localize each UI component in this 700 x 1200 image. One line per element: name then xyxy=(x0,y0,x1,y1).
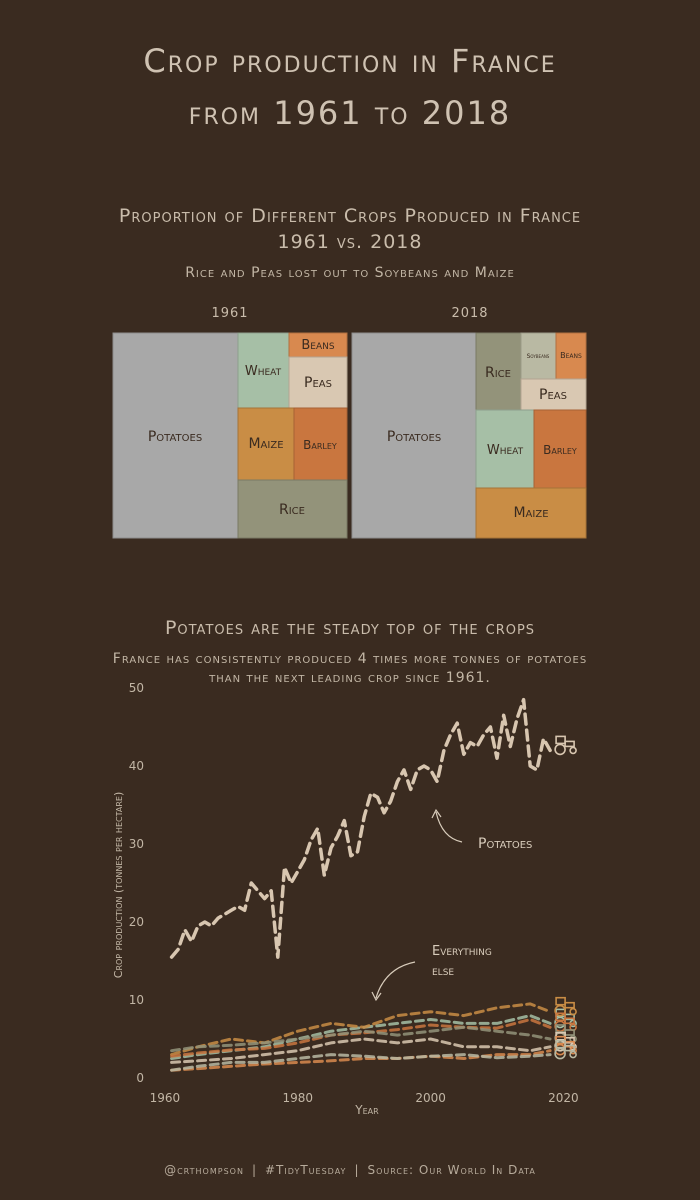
x-tick-label: 1960 xyxy=(150,1091,181,1105)
footer-source: Source: Our World In Data xyxy=(367,1163,536,1177)
tractor-icon xyxy=(554,1035,577,1056)
tractor-icon xyxy=(554,996,577,1017)
everything-else-annotation: Everything xyxy=(432,944,492,959)
tile-2018-barley xyxy=(533,409,587,489)
treemap-title-years: 1961 vs. 2018 xyxy=(277,231,423,253)
linechart-title: Potatoes are the steady top of the crops xyxy=(164,617,536,639)
tile-2018-soybeans xyxy=(520,332,557,380)
y-tick-label: 40 xyxy=(129,759,144,773)
y-tick-label: 0 xyxy=(136,1071,144,1085)
footer-tag: #TidyTuesday xyxy=(265,1163,347,1177)
linechart-subtitle: France has consistently produced 4 times… xyxy=(112,651,588,667)
series-line-maize xyxy=(170,1002,552,1057)
label-2018-peas: Peas xyxy=(539,387,567,403)
tractor-icon xyxy=(554,1012,577,1033)
series-line-beans xyxy=(170,1049,552,1072)
x-tick-label: 2020 xyxy=(548,1091,579,1105)
tile-2018-peas xyxy=(520,378,587,411)
tractor-icon xyxy=(554,1032,577,1052)
y-tick-label: 20 xyxy=(129,915,144,929)
label-2018-rice: Rice xyxy=(485,365,511,381)
tile-2018-beans xyxy=(555,332,587,380)
tractor-icon xyxy=(554,1039,577,1060)
tractor-icon xyxy=(554,735,577,756)
tile-2018-wheat xyxy=(475,409,535,489)
tile-2018-potatoes xyxy=(351,332,477,539)
label-2018-potatoes: Potatoes xyxy=(387,429,441,445)
everything-else-arrowhead xyxy=(371,991,382,1002)
footer: @crthompson | #TidyTuesday | Source: Our Wor… xyxy=(0,1163,700,1177)
series-line-rice xyxy=(170,1025,552,1053)
tile-2018-rice xyxy=(475,332,522,411)
treemap-panel-label-1961: 1961 xyxy=(211,306,249,321)
y-tick-label: 30 xyxy=(129,837,144,851)
label-2018-wheat: Wheat xyxy=(487,443,524,458)
page-title-line2: from 1961 to 2018 xyxy=(188,94,512,132)
potatoes-annotation-arrow xyxy=(435,811,463,843)
line-chart: 010203040501960 1980 2000 2020YearCrop prod… xyxy=(112,681,579,1117)
label-2018-barley: Barley xyxy=(543,443,577,457)
tile-1961-beans xyxy=(288,332,348,358)
tractor-icon xyxy=(554,1008,577,1029)
tile-1961-potatoes xyxy=(112,332,239,539)
x-tick-label: 2000 xyxy=(415,1091,446,1105)
label-2018-maize: Maize xyxy=(513,505,548,521)
y-axis-label: Crop production (tonnes per hectare) xyxy=(112,792,125,978)
label-1961-beans: Beans xyxy=(301,338,334,353)
label-1961-wheat: Wheat xyxy=(245,364,282,379)
footer-separator: | xyxy=(354,1163,360,1177)
x-tick-label: 1980 xyxy=(282,1091,313,1105)
potatoes-annotation: Potatoes xyxy=(478,836,532,852)
label-1961-potatoes: Potatoes xyxy=(148,429,202,445)
tile-1961-wheat xyxy=(237,332,290,409)
label-2018-soybeans: Soybeans xyxy=(527,353,550,360)
treemap-title: Proportion of Different Crops Produced i… xyxy=(118,205,582,227)
label-1961-maize: Maize xyxy=(248,436,283,452)
treemap-chart: Potatoes Wheat Beans Peas Maize Barley R… xyxy=(112,332,587,539)
footer-separator: | xyxy=(251,1163,257,1177)
series-line-peas xyxy=(170,1037,552,1064)
x-axis-label: Year xyxy=(354,1103,379,1117)
tile-2018-maize xyxy=(475,487,587,539)
label-2018-beans: Beans xyxy=(560,351,582,360)
y-tick-label: 10 xyxy=(129,993,144,1007)
series-line-wheat xyxy=(170,1014,552,1060)
series-line-potatoes xyxy=(169,697,552,959)
everything-else-arrow xyxy=(375,961,416,999)
page-title: Crop production in France xyxy=(143,42,557,80)
tile-1961-peas xyxy=(288,356,348,409)
potatoes-annotation-arrowhead xyxy=(431,808,442,819)
linechart-subtitle-line2: than the next leading crop since 1961. xyxy=(209,670,491,686)
footer-handle: @crthompson xyxy=(164,1163,244,1177)
treemap-subtitle: Rice and Peas lost out to Soybeans and M… xyxy=(185,265,515,281)
label-1961-rice: Rice xyxy=(279,502,305,518)
label-1961-peas: Peas xyxy=(304,375,332,391)
everything-else-annotation-line2: else xyxy=(432,964,454,979)
tile-1961-maize xyxy=(237,407,295,481)
tile-1961-rice xyxy=(237,479,348,539)
series-line-soybeans xyxy=(170,1053,552,1072)
series-line-barley xyxy=(170,1018,552,1058)
tile-1961-barley xyxy=(293,407,348,481)
label-1961-barley: Barley xyxy=(303,438,337,452)
tractor-icon xyxy=(554,1024,577,1044)
treemap-panel-label-2018: 2018 xyxy=(451,306,489,321)
